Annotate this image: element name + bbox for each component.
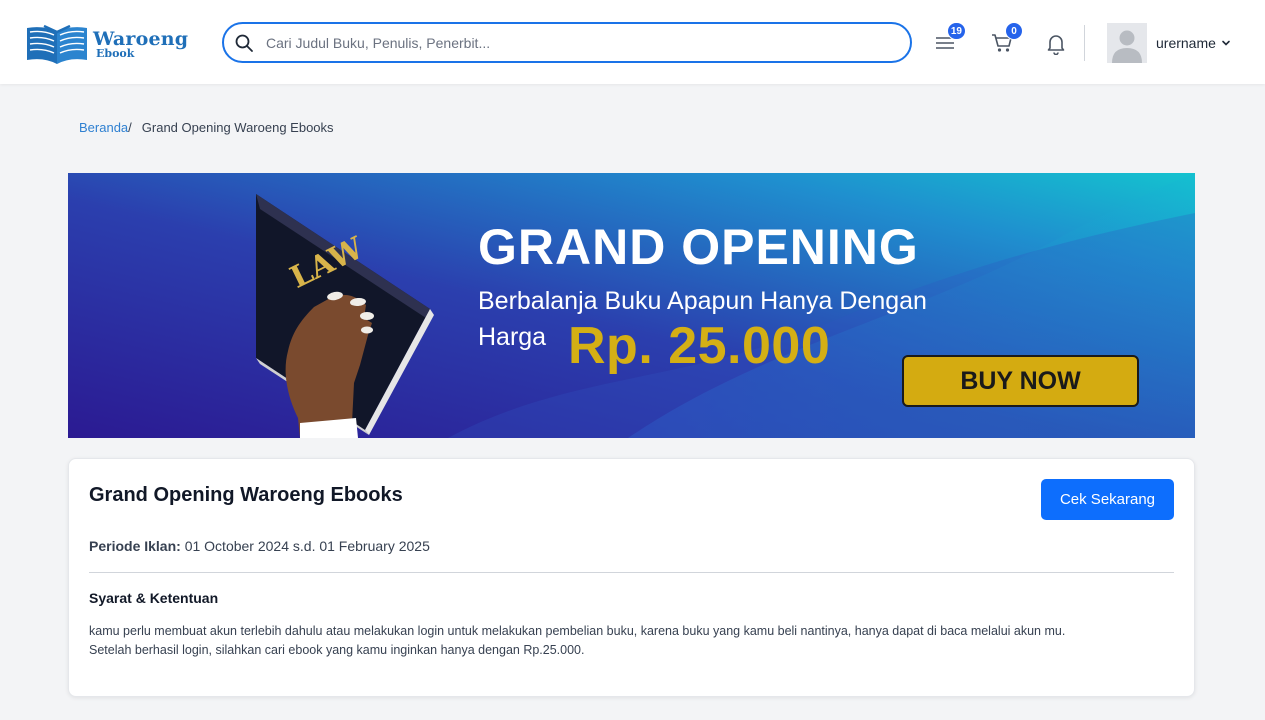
search-input[interactable] (266, 34, 886, 51)
bell-icon (1047, 35, 1065, 55)
logo-subtitle: Ebook (96, 46, 135, 60)
breadcrumb-separator: / (128, 120, 132, 135)
breadcrumb-home-link[interactable]: Beranda (79, 120, 128, 135)
banner-price: Rp. 25.000 (568, 317, 831, 375)
terms-body: kamu perlu membuat akun terlebih dahulu … (89, 622, 1169, 660)
user-menu[interactable]: urername (1107, 23, 1231, 63)
card-divider (89, 572, 1174, 573)
menu-badge: 19 (946, 22, 966, 40)
chevron-down-icon (1222, 40, 1230, 46)
user-avatar-icon (1112, 30, 1142, 63)
menu-button[interactable]: 19 (933, 22, 966, 55)
buy-now-button[interactable]: BUY NOW (902, 355, 1139, 407)
cart-badge: 0 (1005, 22, 1023, 40)
breadcrumb: Beranda / Grand Opening Waroeng Ebooks (79, 120, 334, 135)
notification-button[interactable] (1044, 32, 1068, 56)
promo-period: Periode Iklan: 01 October 2024 s.d. 01 F… (89, 538, 430, 554)
site-logo[interactable]: Waroeng Ebook (24, 22, 202, 66)
promo-banner[interactable]: LAW GRAND OPENING Berbalanja Buku Apapun… (68, 173, 1195, 438)
cek-sekarang-button[interactable]: Cek Sekarang (1041, 479, 1174, 520)
top-header: Waroeng Ebook 19 0 (0, 0, 1265, 84)
period-label: Periode Iklan: (89, 538, 181, 554)
promo-detail-card: Grand Opening Waroeng Ebooks Cek Sekaran… (68, 458, 1195, 697)
period-value: 01 October 2024 s.d. 01 February 2025 (184, 538, 430, 554)
terms-title: Syarat & Ketentuan (89, 590, 219, 606)
username: urername (1156, 35, 1216, 51)
banner-title: GRAND OPENING (478, 219, 919, 275)
avatar (1107, 23, 1147, 63)
terms-line: kamu perlu membuat akun terlebih dahulu … (89, 624, 1066, 638)
header-divider (1084, 25, 1085, 61)
terms-line: Setelah berhasil login, silahkan cari eb… (89, 643, 585, 657)
promo-title: Grand Opening Waroeng Ebooks (89, 484, 403, 506)
open-book-logo-icon (27, 24, 87, 65)
logo-title: Waroeng (93, 27, 189, 50)
cart-button[interactable]: 0 (990, 22, 1023, 55)
breadcrumb-current: Grand Opening Waroeng Ebooks (141, 120, 334, 135)
search-bar (222, 22, 912, 63)
search-icon[interactable] (234, 33, 254, 53)
